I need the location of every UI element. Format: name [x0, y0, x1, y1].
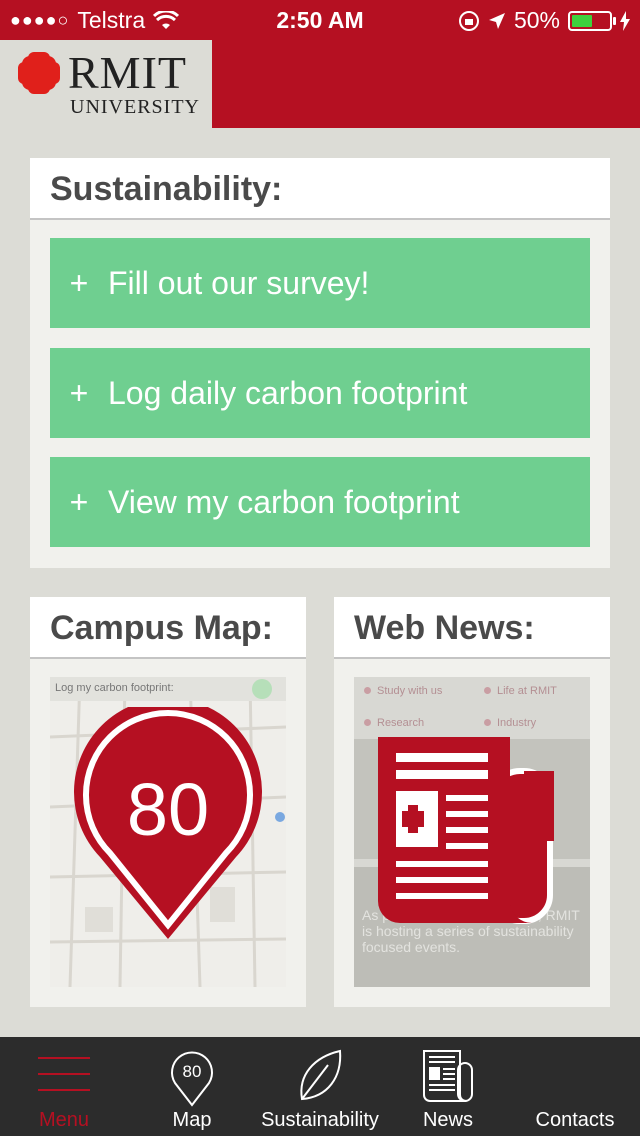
fill-survey-button[interactable]: + Fill out our survey!: [50, 238, 590, 328]
sustainability-card: Sustainability: + Fill out our survey! +…: [30, 158, 610, 568]
logo-wordmark: RMIT: [68, 47, 187, 98]
campus-map-title: Campus Map:: [50, 609, 273, 647]
fill-survey-label: Fill out our survey!: [108, 264, 370, 301]
newspaper-icon: [423, 1050, 473, 1102]
campus-map-card[interactable]: Campus Map: Log my carbon footprint: 80: [30, 597, 306, 1007]
map-preview-header: Log my carbon footprint:: [50, 677, 286, 701]
tab-bar: Menu 80 Map Sustainability News Contacts: [0, 1037, 640, 1136]
map-preview-header-text: Log my carbon footprint:: [55, 682, 174, 694]
news-preview-tab: Research: [364, 717, 424, 729]
web-news-card-header: Web News:: [334, 597, 610, 659]
news-preview-tab: Life at RMIT: [484, 685, 557, 697]
tab-menu-label: Menu: [38, 1109, 90, 1131]
log-carbon-footprint-label: Log daily carbon footprint: [108, 374, 468, 411]
map-pin-icon: 80: [171, 1051, 213, 1107]
location-arrow-icon: [488, 12, 505, 29]
battery-icon: [568, 10, 616, 31]
logo-subtitle: UNIVERSITY: [70, 96, 200, 118]
tab-sustainability[interactable]: Sustainability: [258, 1037, 382, 1136]
tab-map-badge: 80: [183, 1062, 202, 1081]
sustainability-title: Sustainability:: [50, 170, 283, 208]
newspaper-icon: [378, 737, 554, 924]
status-bar: ●●●●○ Telstra 2:50 AM 50%: [0, 0, 640, 40]
tab-map-label: Map: [172, 1109, 212, 1131]
leaf-icon: [252, 679, 272, 699]
rmit-logo-mark-icon: [18, 52, 60, 94]
map-preview[interactable]: Log my carbon footprint: 80: [50, 677, 286, 987]
charging-bolt-icon: [620, 10, 630, 31]
web-news-title: Web News:: [354, 609, 535, 647]
rmit-logo[interactable]: RMIT UNIVERSITY: [0, 40, 212, 128]
map-pin-value: 80: [127, 768, 209, 851]
orientation-lock-icon: [458, 10, 479, 31]
plus-icon: +: [69, 483, 89, 520]
battery-percent: 50%: [513, 7, 560, 33]
tab-contacts-label: Contacts: [535, 1109, 615, 1131]
tab-news-label: News: [422, 1109, 473, 1131]
tab-sustainability-label: Sustainability: [261, 1109, 379, 1131]
tab-news[interactable]: News: [398, 1037, 498, 1136]
news-preview-tab: Study with us: [364, 685, 442, 697]
view-carbon-footprint-label: View my carbon footprint: [108, 483, 460, 520]
hamburger-menu-icon: [38, 1057, 90, 1091]
tab-menu[interactable]: Menu: [14, 1037, 114, 1136]
tab-map[interactable]: 80 Map: [142, 1037, 242, 1136]
plus-icon: +: [69, 374, 89, 411]
view-carbon-footprint-button[interactable]: + View my carbon footprint: [50, 457, 590, 547]
web-news-card[interactable]: Web News: Study with us Life at RMIT Res…: [334, 597, 610, 1007]
plus-icon: +: [69, 264, 89, 301]
news-preview[interactable]: Study with us Life at RMIT Research Indu…: [354, 677, 590, 987]
leaf-icon: [300, 1049, 342, 1101]
map-pin-icon: 80: [74, 707, 262, 939]
news-preview-tab: Industry: [484, 717, 536, 729]
log-carbon-footprint-button[interactable]: + Log daily carbon footprint: [50, 348, 590, 438]
sustainability-card-header: Sustainability:: [30, 158, 610, 220]
campus-map-card-header: Campus Map:: [30, 597, 306, 659]
tab-contacts[interactable]: Contacts: [520, 1037, 630, 1136]
